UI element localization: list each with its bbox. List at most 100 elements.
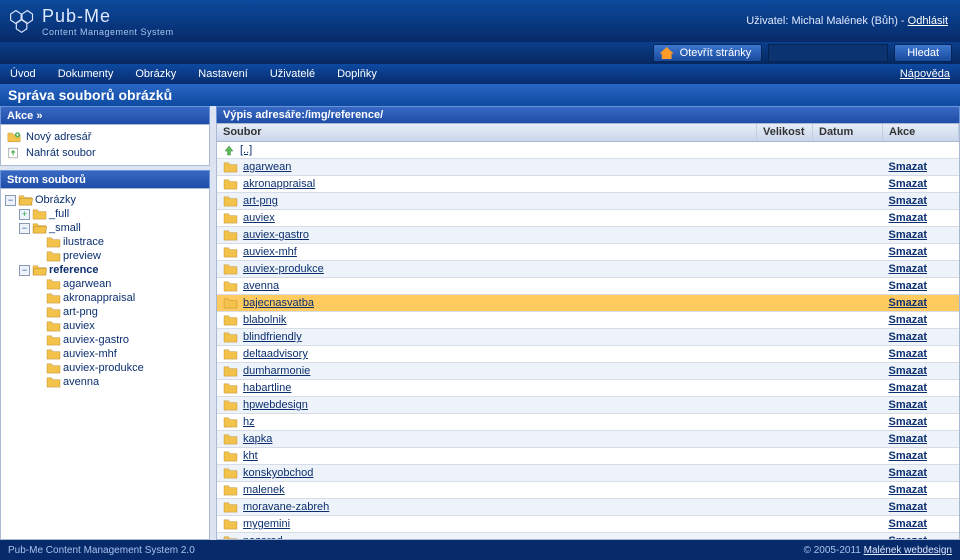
folder-link-deltaadvisory[interactable]: deltaadvisory bbox=[243, 348, 308, 360]
delete-link[interactable]: Smazat bbox=[889, 348, 928, 360]
delete-link[interactable]: Smazat bbox=[889, 229, 928, 241]
folder-link-auviex-gastro[interactable]: auviex-gastro bbox=[243, 229, 309, 241]
folder-link-bajecnasvatba[interactable]: bajecnasvatba bbox=[243, 297, 314, 309]
table-row[interactable]: blindfriendly Smazat bbox=[217, 329, 959, 346]
folder-link-avenna[interactable]: avenna bbox=[243, 280, 279, 292]
folder-link-kht[interactable]: kht bbox=[243, 450, 258, 462]
delete-link[interactable]: Smazat bbox=[889, 297, 928, 309]
table-row[interactable]: agarwean Smazat bbox=[217, 159, 959, 176]
delete-link[interactable]: Smazat bbox=[889, 365, 928, 377]
tree-node-avenna[interactable]: avenna bbox=[63, 375, 99, 389]
menu-item-3[interactable]: Nastavení bbox=[198, 68, 248, 80]
tree-toggle[interactable]: − bbox=[19, 223, 30, 234]
delete-link[interactable]: Smazat bbox=[889, 246, 928, 258]
delete-link[interactable]: Smazat bbox=[889, 484, 928, 496]
menu-item-0[interactable]: Úvod bbox=[10, 68, 36, 80]
logout-link[interactable]: Odhlásit bbox=[908, 15, 948, 27]
delete-link[interactable]: Smazat bbox=[889, 161, 928, 173]
table-row[interactable]: mygemini Smazat bbox=[217, 516, 959, 533]
table-row[interactable]: habartline Smazat bbox=[217, 380, 959, 397]
delete-link[interactable]: Smazat bbox=[889, 416, 928, 428]
folder-link-nazarad[interactable]: nazarad bbox=[243, 535, 283, 540]
table-row[interactable]: blabolnik Smazat bbox=[217, 312, 959, 329]
folder-link-auviex[interactable]: auviex bbox=[243, 212, 275, 224]
delete-link[interactable]: Smazat bbox=[889, 314, 928, 326]
col-size[interactable]: Velikost bbox=[757, 124, 813, 142]
folder-link-habartline[interactable]: habartline bbox=[243, 382, 291, 394]
folder-link-malenek[interactable]: malenek bbox=[243, 484, 285, 496]
folder-link-moravane-zabreh[interactable]: moravane-zabreh bbox=[243, 501, 329, 513]
table-row[interactable]: malenek Smazat bbox=[217, 482, 959, 499]
tree-toggle[interactable]: − bbox=[19, 265, 30, 276]
table-row[interactable]: moravane-zabreh Smazat bbox=[217, 499, 959, 516]
table-row[interactable]: hpwebdesign Smazat bbox=[217, 397, 959, 414]
folder-link-kapka[interactable]: kapka bbox=[243, 433, 272, 445]
table-row[interactable]: hz Smazat bbox=[217, 414, 959, 431]
tree-node-art-png[interactable]: art-png bbox=[63, 305, 98, 319]
table-row[interactable]: bajecnasvatba Smazat bbox=[217, 295, 959, 312]
tree-toggle[interactable]: − bbox=[5, 195, 16, 206]
menu-item-2[interactable]: Obrázky bbox=[135, 68, 176, 80]
table-row[interactable]: auviex Smazat bbox=[217, 210, 959, 227]
folder-link-art-png[interactable]: art-png bbox=[243, 195, 278, 207]
search-input[interactable] bbox=[768, 44, 888, 62]
table-row[interactable]: akronappraisal Smazat bbox=[217, 176, 959, 193]
delete-link[interactable]: Smazat bbox=[889, 433, 928, 445]
table-row[interactable]: kht Smazat bbox=[217, 448, 959, 465]
col-act[interactable]: Akce bbox=[883, 124, 959, 142]
delete-link[interactable]: Smazat bbox=[889, 280, 928, 292]
delete-link[interactable]: Smazat bbox=[889, 450, 928, 462]
tree-node-auviex-produkce[interactable]: auviex-produkce bbox=[63, 361, 144, 375]
folder-link-hz[interactable]: hz bbox=[243, 416, 255, 428]
folder-link-mygemini[interactable]: mygemini bbox=[243, 518, 290, 530]
col-date[interactable]: Datum bbox=[813, 124, 883, 142]
parent-dir-row[interactable]: [..] bbox=[217, 142, 959, 159]
delete-link[interactable]: Smazat bbox=[889, 518, 928, 530]
parent-dir-link[interactable]: [..] bbox=[240, 144, 252, 156]
folder-link-agarwean[interactable]: agarwean bbox=[243, 161, 291, 173]
table-row[interactable]: auviex-mhf Smazat bbox=[217, 244, 959, 261]
tree-node-auviex-mhf[interactable]: auviex-mhf bbox=[63, 347, 117, 361]
action-new-folder[interactable]: Nový adresář bbox=[7, 129, 203, 145]
table-row[interactable]: auviex-produkce Smazat bbox=[217, 261, 959, 278]
open-pages-button[interactable]: Otevřít stránky bbox=[653, 44, 763, 62]
delete-link[interactable]: Smazat bbox=[889, 212, 928, 224]
folder-link-konskyobchod[interactable]: konskyobchod bbox=[243, 467, 313, 479]
table-row[interactable]: nazarad Smazat bbox=[217, 533, 959, 540]
table-row[interactable]: dumharmonie Smazat bbox=[217, 363, 959, 380]
table-row[interactable]: kapka Smazat bbox=[217, 431, 959, 448]
tree-node-preview[interactable]: preview bbox=[63, 249, 101, 263]
table-row[interactable]: avenna Smazat bbox=[217, 278, 959, 295]
table-row[interactable]: konskyobchod Smazat bbox=[217, 465, 959, 482]
table-row[interactable]: art-png Smazat bbox=[217, 193, 959, 210]
folder-link-akronappraisal[interactable]: akronappraisal bbox=[243, 178, 315, 190]
tree-node-agarwean[interactable]: agarwean bbox=[63, 277, 111, 291]
delete-link[interactable]: Smazat bbox=[889, 331, 928, 343]
delete-link[interactable]: Smazat bbox=[889, 399, 928, 411]
folder-link-auviex-produkce[interactable]: auviex-produkce bbox=[243, 263, 324, 275]
folder-link-blabolnik[interactable]: blabolnik bbox=[243, 314, 286, 326]
menu-item-1[interactable]: Dokumenty bbox=[58, 68, 114, 80]
col-file[interactable]: Soubor bbox=[217, 124, 757, 142]
table-row[interactable]: auviex-gastro Smazat bbox=[217, 227, 959, 244]
action-upload[interactable]: Nahrát soubor bbox=[7, 145, 203, 161]
search-button[interactable]: Hledat bbox=[894, 44, 952, 62]
tree-node-reference[interactable]: reference bbox=[49, 263, 99, 277]
tree-node-auviex-gastro[interactable]: auviex-gastro bbox=[63, 333, 129, 347]
tree-node-Obrázky[interactable]: Obrázky bbox=[35, 193, 76, 207]
tree-node-_full[interactable]: _full bbox=[49, 207, 69, 221]
folder-link-auviex-mhf[interactable]: auviex-mhf bbox=[243, 246, 297, 258]
menu-item-5[interactable]: Doplňky bbox=[337, 68, 377, 80]
folder-link-blindfriendly[interactable]: blindfriendly bbox=[243, 331, 302, 343]
delete-link[interactable]: Smazat bbox=[889, 467, 928, 479]
tree-toggle[interactable]: + bbox=[19, 209, 30, 220]
delete-link[interactable]: Smazat bbox=[889, 195, 928, 207]
delete-link[interactable]: Smazat bbox=[889, 178, 928, 190]
tree-node-akronappraisal[interactable]: akronappraisal bbox=[63, 291, 135, 305]
table-row[interactable]: deltaadvisory Smazat bbox=[217, 346, 959, 363]
help-link[interactable]: Nápověda bbox=[900, 68, 950, 80]
tree-node-_small[interactable]: _small bbox=[49, 221, 81, 235]
tree-node-ilustrace[interactable]: ilustrace bbox=[63, 235, 104, 249]
footer-link[interactable]: Malének webdesign bbox=[864, 545, 952, 556]
folder-link-hpwebdesign[interactable]: hpwebdesign bbox=[243, 399, 308, 411]
